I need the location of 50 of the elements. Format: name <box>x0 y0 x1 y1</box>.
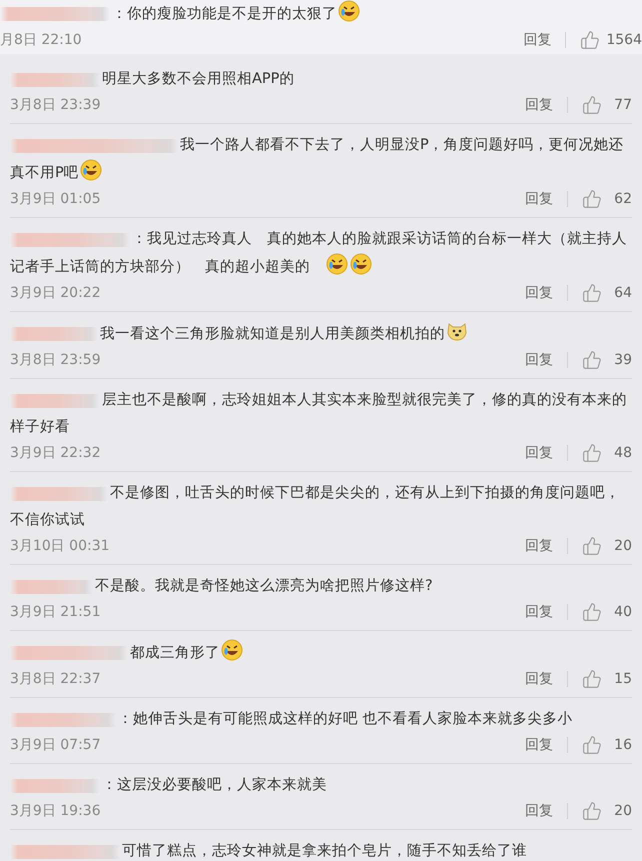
like-count: 20 <box>614 802 632 820</box>
like-icon[interactable] <box>582 95 602 115</box>
like-count: 16 <box>614 736 632 754</box>
like-count: 40 <box>614 602 632 622</box>
like-icon[interactable] <box>580 30 600 50</box>
reply-link[interactable]: 回复 <box>525 282 553 304</box>
reply-link[interactable]: 回复 <box>525 350 553 370</box>
like-count: 64 <box>614 284 632 302</box>
laughing-crying-emoji-icon <box>221 639 243 661</box>
like-icon[interactable] <box>582 669 602 689</box>
like-icon[interactable] <box>582 536 602 556</box>
reply-link[interactable]: 回复 <box>523 30 552 50</box>
comment-time: 3月9日 07:57 <box>10 736 101 754</box>
laughing-crying-emoji-icon <box>338 0 360 22</box>
reply-link[interactable]: 回复 <box>525 188 553 210</box>
like-icon[interactable] <box>582 189 602 209</box>
comment-time: 3月9日 21:51 <box>10 602 101 622</box>
like-icon[interactable] <box>582 350 602 370</box>
comment-time: 3月8日 23:39 <box>10 96 101 114</box>
comment-time: 3月8日 22:37 <box>10 670 101 688</box>
like-icon[interactable] <box>582 735 602 755</box>
comment-time: 3月9日 20:22 <box>10 284 101 302</box>
comment-time: 3月8日 23:59 <box>10 350 101 370</box>
reply-link[interactable]: 回复 <box>525 668 553 690</box>
laughing-crying-emoji-icon <box>326 253 348 275</box>
dog-face-emoji-icon <box>446 320 468 342</box>
like-count: 39 <box>614 350 632 370</box>
like-count: 1564 <box>606 30 642 50</box>
reply-link[interactable]: 回复 <box>525 94 553 116</box>
like-count: 20 <box>614 536 632 556</box>
reply-link[interactable]: 回复 <box>525 800 553 822</box>
comment-time: 3月9日 22:32 <box>10 444 101 462</box>
reply-link[interactable]: 回复 <box>525 442 553 464</box>
like-icon[interactable] <box>582 602 602 622</box>
like-count: 77 <box>614 96 632 114</box>
reply-link[interactable]: 回复 <box>525 602 553 622</box>
like-icon[interactable] <box>582 283 602 303</box>
comment-time: 月8日 22:10 <box>0 30 82 50</box>
like-count: 48 <box>614 444 632 462</box>
reply-link[interactable]: 回复 <box>525 734 553 756</box>
laughing-crying-emoji-icon <box>350 253 372 275</box>
like-count: 15 <box>614 670 632 688</box>
like-icon[interactable] <box>582 801 602 821</box>
like-icon[interactable] <box>582 443 602 463</box>
comment-time: 3月9日 19:36 <box>10 802 101 820</box>
comment-time: 3月9日 01:05 <box>10 190 101 208</box>
reply-link[interactable]: 回复 <box>525 536 553 556</box>
laughing-crying-emoji-icon <box>80 159 102 181</box>
like-count: 62 <box>614 190 632 208</box>
comment-time: 3月10日 00:31 <box>10 536 110 556</box>
